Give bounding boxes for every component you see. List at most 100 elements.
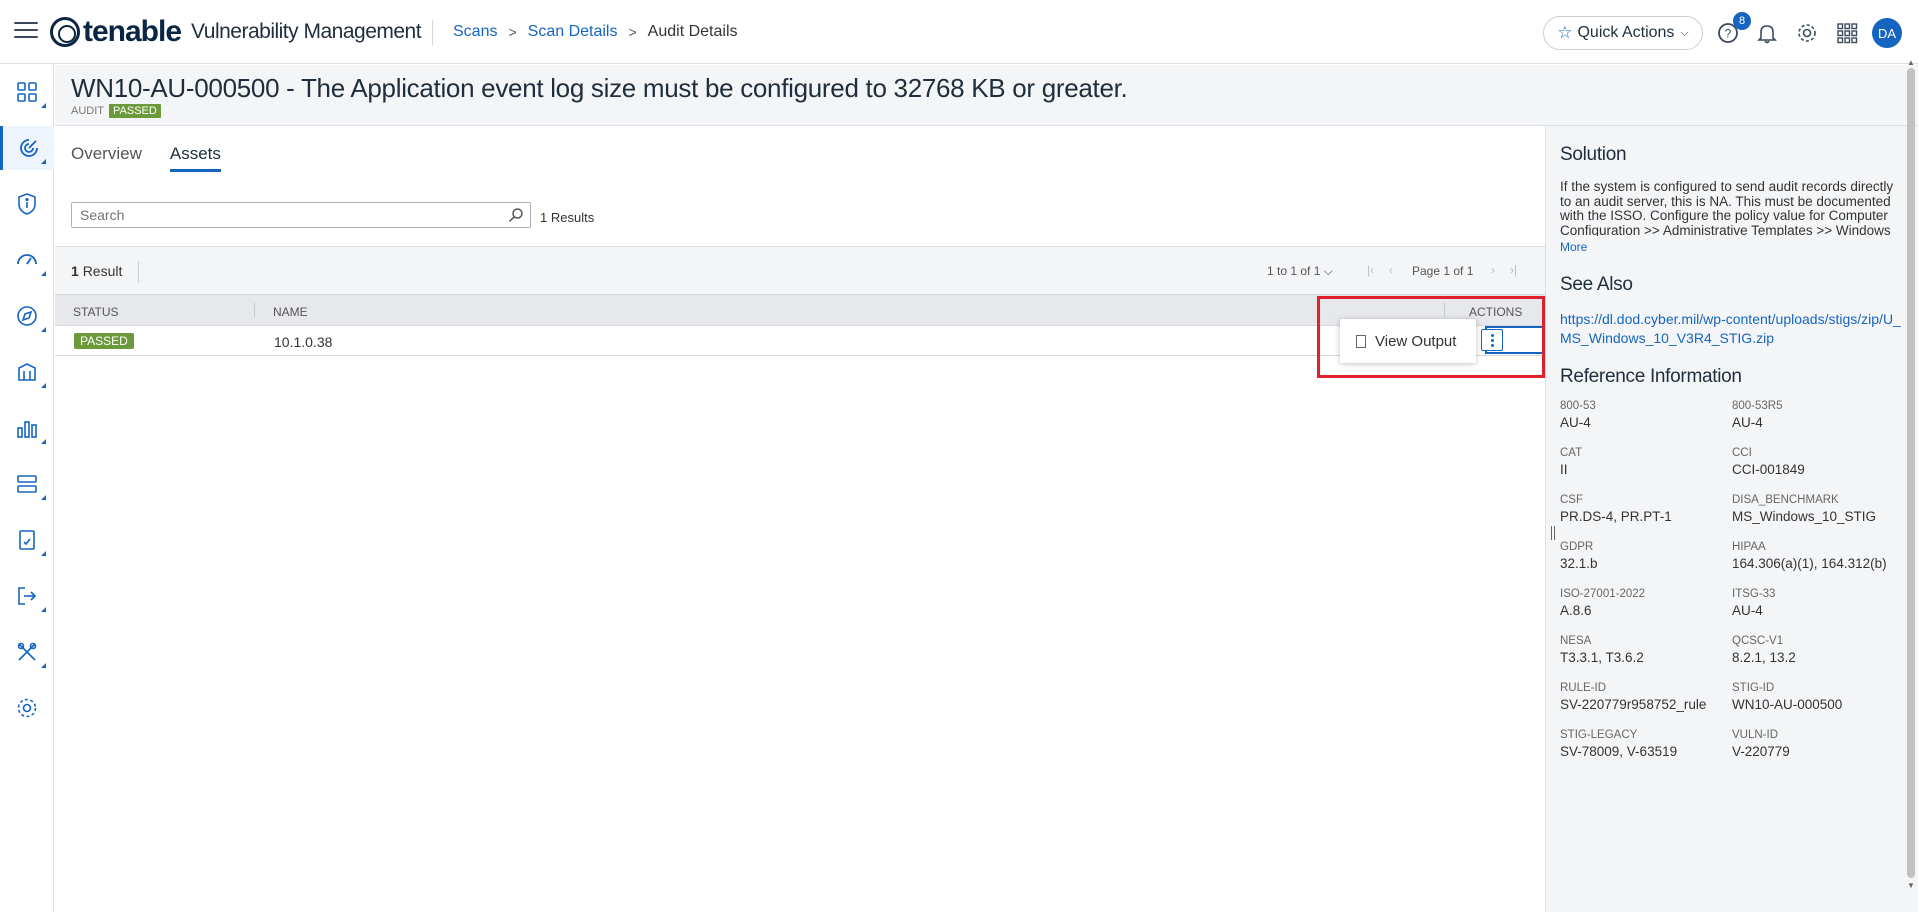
star-icon: ☆: [1557, 23, 1573, 42]
nav-gauge[interactable]: [0, 238, 54, 282]
see-also-link[interactable]: https://dl.dod.cyber.mil/wp-content/uplo…: [1560, 310, 1908, 348]
reference-value: AU-4: [1732, 415, 1763, 430]
result-count-number: 1: [71, 263, 79, 279]
bell-icon[interactable]: [1754, 20, 1780, 46]
reference-label: QCSC-V1: [1732, 635, 1784, 647]
tab-assets[interactable]: Assets: [169, 144, 221, 172]
page-scrollbar[interactable]: [1907, 68, 1915, 878]
nav-settings[interactable]: [0, 686, 54, 730]
quick-actions-label: Quick Actions: [1577, 24, 1675, 41]
reference-value: T3.3.1, T3.6.2: [1560, 650, 1644, 665]
nav-export[interactable]: [0, 574, 54, 618]
reference-value: SV-220779r958752_rule: [1560, 697, 1707, 712]
settings-icon: [17, 698, 37, 718]
nav-scans[interactable]: [0, 126, 54, 170]
reference-value: II: [1560, 462, 1568, 477]
right-panel: Solution If the system is configured to …: [1545, 126, 1918, 912]
reference-label: DISA_BENCHMARK: [1732, 494, 1839, 506]
reference-label: STIG-ID: [1732, 682, 1775, 694]
solution-heading: Solution: [1560, 144, 1627, 165]
reference-value: V-220779: [1732, 744, 1790, 759]
breadcrumb-scans[interactable]: Scans: [453, 23, 497, 41]
panel-resize-handle[interactable]: [1551, 526, 1555, 540]
chevron-down-icon: ⌵: [1323, 264, 1333, 278]
next-page-icon[interactable]: ›: [1491, 263, 1495, 277]
reference-label: CCI: [1732, 447, 1752, 459]
search-input[interactable]: [72, 203, 492, 227]
nav-servers[interactable]: [0, 462, 54, 506]
help-badge: 8: [1733, 12, 1751, 30]
reference-value: 8.2.1, 13.2: [1732, 650, 1796, 665]
reference-label: ITSG-33: [1732, 588, 1776, 600]
servers-icon: [17, 475, 37, 493]
more-link[interactable]: More: [1560, 240, 1587, 254]
reference-label: NESA: [1560, 635, 1592, 647]
reference-value: SV-78009, V-63519: [1560, 744, 1678, 759]
reference-item: STIG-ID WN10-AU-000500: [1732, 682, 1904, 712]
reference-item: 800-53 AU-4: [1560, 400, 1732, 430]
row-name[interactable]: 10.1.0.38: [274, 334, 332, 350]
gear-icon[interactable]: [1794, 20, 1820, 46]
nav-dashboard[interactable]: [0, 70, 54, 114]
table-row[interactable]: PASSED 10.1.0.38: [55, 326, 1545, 356]
first-page-icon[interactable]: |‹: [1367, 263, 1374, 277]
column-actions: ACTIONS: [1469, 305, 1523, 319]
reference-value: PR.DS-4, PR.PT-1: [1560, 509, 1672, 524]
reference-item: QCSC-V1 8.2.1, 13.2: [1732, 635, 1904, 665]
reference-label: 800-53: [1560, 400, 1596, 412]
scroll-up-icon[interactable]: ▲: [1906, 58, 1916, 68]
reference-item: HIPAA 164.306(a)(1), 164.312(b): [1732, 541, 1904, 571]
reference-label: 800-53R5: [1732, 400, 1783, 412]
nav-explore[interactable]: [0, 294, 54, 338]
reference-value: CCI-001849: [1732, 462, 1805, 477]
range-label: 1 to 1 of 1: [1267, 264, 1321, 278]
quick-actions-button[interactable]: ☆ Quick Actions ⌵: [1543, 16, 1703, 50]
avatar[interactable]: DA: [1872, 18, 1902, 48]
apps-grid-icon[interactable]: [1834, 20, 1860, 46]
search-results-count: 1 Results: [540, 210, 595, 225]
left-nav: [0, 64, 54, 912]
findings-icon: [18, 193, 36, 215]
column-status[interactable]: STATUS: [73, 305, 119, 319]
see-also-heading: See Also: [1560, 274, 1633, 295]
column-divider[interactable]: [1444, 303, 1445, 317]
tab-overview[interactable]: Overview: [71, 144, 142, 172]
reference-label: HIPAA: [1732, 541, 1766, 553]
explore-icon: [17, 306, 37, 326]
reference-item: CCI CCI-001849: [1732, 447, 1904, 477]
nav-analytics[interactable]: [0, 406, 54, 450]
scroll-down-icon[interactable]: ▼: [1906, 881, 1916, 891]
svg-text:?: ?: [1725, 27, 1732, 41]
gauge-icon: [17, 254, 37, 265]
search-icon[interactable]: [508, 207, 524, 223]
breadcrumb-scan-details[interactable]: Scan Details: [528, 23, 618, 41]
row-actions-menu-button[interactable]: [1481, 329, 1503, 351]
status-badge: PASSED: [109, 104, 161, 118]
reference-item: ISO-27001-2022 A.8.6: [1560, 588, 1732, 618]
column-divider[interactable]: [254, 303, 255, 317]
logo-mark-icon: [50, 17, 80, 47]
logo[interactable]: tenable Vulnerability Management: [50, 14, 422, 50]
last-page-icon[interactable]: ›|: [1510, 263, 1517, 277]
logo-brand: tenable: [83, 15, 182, 48]
nav-reports[interactable]: [0, 518, 54, 562]
hamburger-icon[interactable]: [14, 22, 38, 42]
nav-tools[interactable]: [0, 630, 54, 674]
reference-label: CSF: [1560, 494, 1583, 506]
dashboard-icon: [17, 82, 37, 102]
reference-item: CSF PR.DS-4, PR.PT-1: [1560, 494, 1732, 524]
range-selector[interactable]: 1 to 1 of 1 ⌵: [1267, 264, 1333, 279]
column-name[interactable]: NAME: [273, 305, 308, 319]
prev-page-icon[interactable]: ‹: [1389, 263, 1393, 277]
toolbar-divider: [138, 261, 139, 283]
tools-icon: [17, 642, 37, 661]
page-indicator: Page 1 of 1: [1412, 264, 1474, 278]
nav-assets[interactable]: [0, 350, 54, 394]
reference-item: 800-53R5 AU-4: [1732, 400, 1904, 430]
view-output-menu-item[interactable]: View Output: [1340, 319, 1476, 363]
search-box: [71, 202, 531, 228]
nav-findings[interactable]: [0, 182, 54, 226]
breadcrumb-separator: >: [628, 24, 637, 40]
table-header: STATUS NAME ACTIONS: [55, 294, 1545, 326]
reference-item: VULN-ID V-220779: [1732, 729, 1904, 759]
